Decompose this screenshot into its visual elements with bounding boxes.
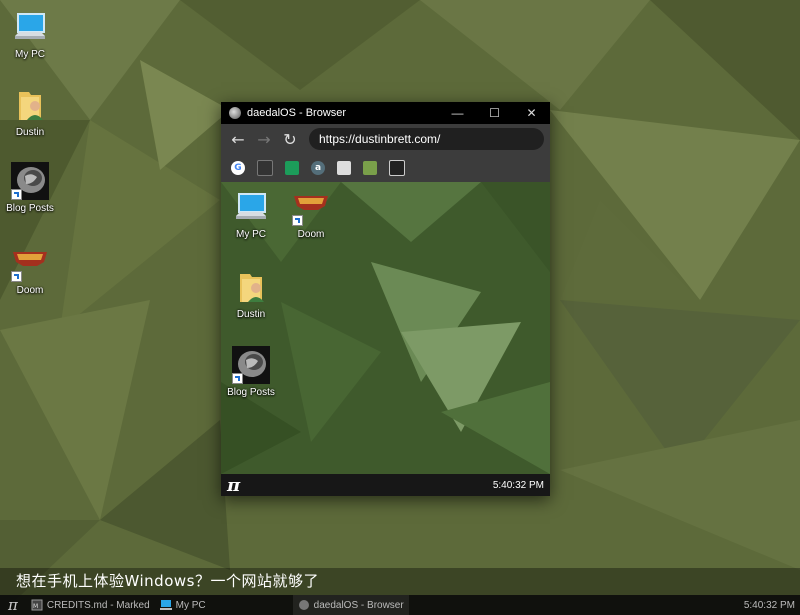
- address-bar[interactable]: [309, 128, 544, 150]
- taskbar-item-my-pc[interactable]: My PC: [155, 595, 211, 615]
- taskbar-item-label: CREDITS.md - Marked: [46, 599, 150, 611]
- computer-icon: [159, 600, 172, 610]
- inner-icon-dustin[interactable]: Dustin: [221, 268, 281, 320]
- desktop-icon-label: My PC: [15, 49, 45, 60]
- desktop-icon-blog-posts[interactable]: Blog Posts: [0, 162, 60, 214]
- start-button[interactable]: π: [0, 595, 26, 615]
- markdown-file-icon: M: [31, 599, 43, 611]
- user-folder-icon: [11, 86, 49, 124]
- bookmark-3-icon[interactable]: [285, 161, 299, 175]
- svg-text:M: M: [33, 603, 38, 610]
- desktop-icon-label: Blog Posts: [6, 203, 54, 214]
- window-titlebar[interactable]: daedalOS - Browser — ☐ ✕: [221, 102, 550, 124]
- desktop-icon-dustin[interactable]: Dustin: [0, 86, 60, 138]
- close-button[interactable]: ✕: [513, 102, 550, 124]
- doom-logo-icon: [11, 244, 49, 282]
- doom-logo-icon: [292, 188, 330, 226]
- bookmark-4-icon[interactable]: a: [311, 161, 325, 175]
- taskbar-clock[interactable]: 5:40:32 PM: [739, 595, 800, 615]
- taskbar-item-label: My PC: [175, 599, 206, 611]
- shortcut-arrow-icon: [292, 215, 303, 226]
- user-folder-icon: [232, 268, 270, 306]
- shortcut-arrow-icon: [11, 271, 22, 282]
- computer-icon: [232, 188, 270, 226]
- browser-app-icon: [229, 107, 241, 119]
- window-title: daedalOS - Browser: [247, 107, 347, 119]
- inner-icon-label: My PC: [236, 229, 266, 240]
- inner-icon-blog-posts[interactable]: Blog Posts: [221, 346, 281, 398]
- taskbar-item-browser[interactable]: daedalOS - Browser: [292, 595, 409, 615]
- inner-clock[interactable]: 5:40:32 PM: [493, 480, 544, 491]
- bookmark-5-icon[interactable]: [337, 161, 351, 175]
- taskbar-item-label: daedalOS - Browser: [313, 599, 404, 611]
- taskbar-item-credits[interactable]: M CREDITS.md - Marked: [26, 595, 155, 615]
- browser-window[interactable]: daedalOS - Browser — ☐ ✕ ← → ↻ G a: [221, 102, 550, 496]
- brain-scan-icon: [232, 346, 270, 384]
- subtitle-caption: 想在手机上体验Windows？一个网站就够了: [0, 568, 800, 595]
- forward-arrow-icon[interactable]: →: [251, 127, 277, 151]
- maximize-button[interactable]: ☐: [476, 102, 513, 124]
- computer-icon: [11, 8, 49, 46]
- desktop-icon-doom[interactable]: Doom: [0, 244, 60, 296]
- minimize-button[interactable]: —: [439, 102, 476, 124]
- reload-icon[interactable]: ↻: [277, 127, 303, 151]
- back-arrow-icon[interactable]: ←: [225, 127, 251, 151]
- inner-icon-my-pc[interactable]: My PC: [221, 188, 281, 240]
- bookmarks-bar: G a: [221, 154, 550, 183]
- inner-icon-label: Dustin: [236, 309, 266, 320]
- google-icon[interactable]: G: [231, 161, 245, 175]
- browser-viewport[interactable]: My PC Doom Dustin Blog Posts: [221, 182, 550, 474]
- taskbar: π M CREDITS.md - Marked My PC daedalOS -…: [0, 595, 800, 615]
- shortcut-arrow-icon: [11, 189, 22, 200]
- browser-toolbar: ← → ↻: [221, 124, 550, 154]
- desktop-icon-label: Dustin: [15, 127, 45, 138]
- bookmark-6-icon[interactable]: [363, 161, 377, 175]
- desktop-icon-label: Doom: [16, 285, 44, 296]
- bookmark-7-icon[interactable]: [389, 160, 405, 176]
- inner-start-button[interactable]: π: [227, 475, 240, 496]
- browser-app-icon: [298, 600, 309, 610]
- inner-taskbar: π 5:40:32 PM: [221, 474, 550, 496]
- bookmark-2-icon[interactable]: [257, 160, 273, 176]
- brain-scan-icon: [11, 162, 49, 200]
- inner-icon-label: Doom: [297, 229, 325, 240]
- shortcut-arrow-icon: [232, 373, 243, 384]
- inner-icon-label: Blog Posts: [227, 387, 275, 398]
- desktop-icon-my-pc[interactable]: My PC: [0, 8, 60, 60]
- inner-icon-doom[interactable]: Doom: [281, 188, 341, 240]
